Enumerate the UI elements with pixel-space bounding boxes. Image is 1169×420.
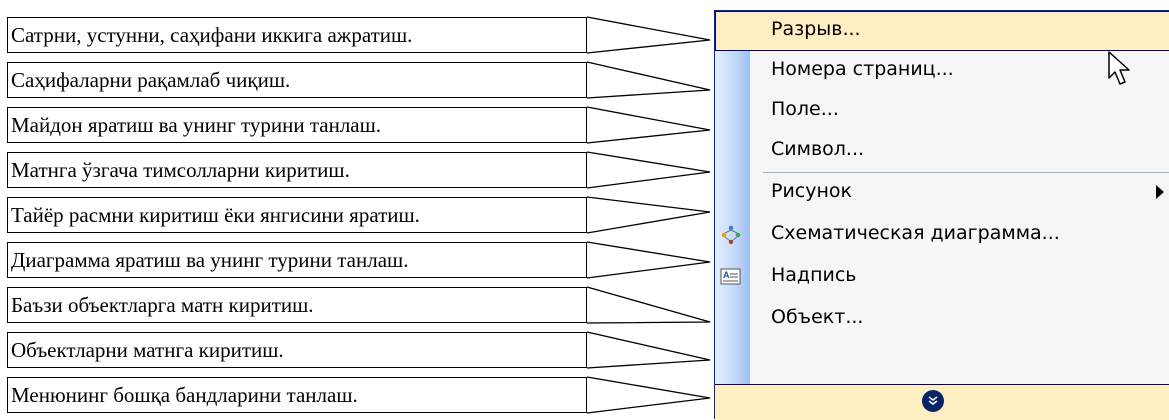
- menu-expand-row[interactable]: [715, 384, 1169, 420]
- arrow-9: [586, 376, 711, 414]
- arrow-8: [586, 331, 711, 369]
- menu-item-label: Схематическая диаграмма...: [771, 222, 1060, 244]
- arrow-2: [586, 61, 711, 99]
- arrow-1: [586, 16, 711, 54]
- arrow-7: [586, 286, 711, 324]
- callout-page-numbers: Саҳифаларни рақамлаб чиқиш.: [7, 62, 587, 98]
- menu-item-label: Надпись: [771, 264, 857, 286]
- callout-picture: Тайёр расмни киритиш ёки янгисини яратиш…: [7, 197, 587, 233]
- menu-item-symbol[interactable]: Символ...: [715, 131, 1169, 171]
- menu-item-picture[interactable]: Рисунок: [715, 173, 1169, 213]
- menu-item-diagram[interactable]: Схематическая диаграмма...: [715, 215, 1169, 255]
- menu-item-label: Символ...: [771, 138, 865, 160]
- menu-item-page-numbers[interactable]: Номера страниц...: [715, 51, 1169, 91]
- insert-menu: Разрыв... Номера страниц... Поле... Симв…: [714, 10, 1169, 420]
- callout-more-items: Менюнинг бошқа бандларини танлаш.: [7, 377, 587, 413]
- expand-chevrons-icon[interactable]: [922, 390, 944, 412]
- svg-text:A: A: [723, 270, 730, 280]
- callout-field: Майдон яратиш ва унинг турини танлаш.: [7, 107, 587, 143]
- menu-item-object[interactable]: Объект...: [715, 299, 1169, 339]
- text-box-icon: A: [719, 266, 743, 288]
- callout-symbol: Матнга ўзгача тимсолларни киритиш.: [7, 152, 587, 188]
- arrow-3: [586, 106, 711, 144]
- menu-item-label: Рисунок: [771, 180, 853, 202]
- submenu-arrow-icon: [1156, 185, 1164, 199]
- callout-diagram: Диаграмма яратиш ва унинг турини танлаш.: [7, 242, 587, 278]
- callout-break: Сатрни, устунни, саҳифани иккига ажратиш…: [7, 17, 587, 53]
- menu-item-text-box[interactable]: A Надпись: [715, 257, 1169, 297]
- arrow-5: [586, 196, 711, 234]
- arrow-4: [586, 151, 711, 189]
- menu-item-field[interactable]: Поле...: [715, 91, 1169, 131]
- menu-item-label: Поле...: [771, 98, 839, 120]
- diagram-icon: [719, 224, 743, 246]
- menu-item-label: Разрыв...: [771, 18, 861, 40]
- callout-object: Объектларни матнга киритиш.: [7, 332, 587, 368]
- arrow-6: [586, 241, 711, 279]
- menu-item-break[interactable]: Разрыв...: [715, 11, 1169, 51]
- mouse-cursor-icon: [1108, 51, 1130, 85]
- menu-item-label: Номера страниц...: [771, 58, 954, 80]
- callout-text-box: Баъзи объектларга матн киритиш.: [7, 287, 587, 323]
- menu-item-label: Объект...: [771, 306, 864, 328]
